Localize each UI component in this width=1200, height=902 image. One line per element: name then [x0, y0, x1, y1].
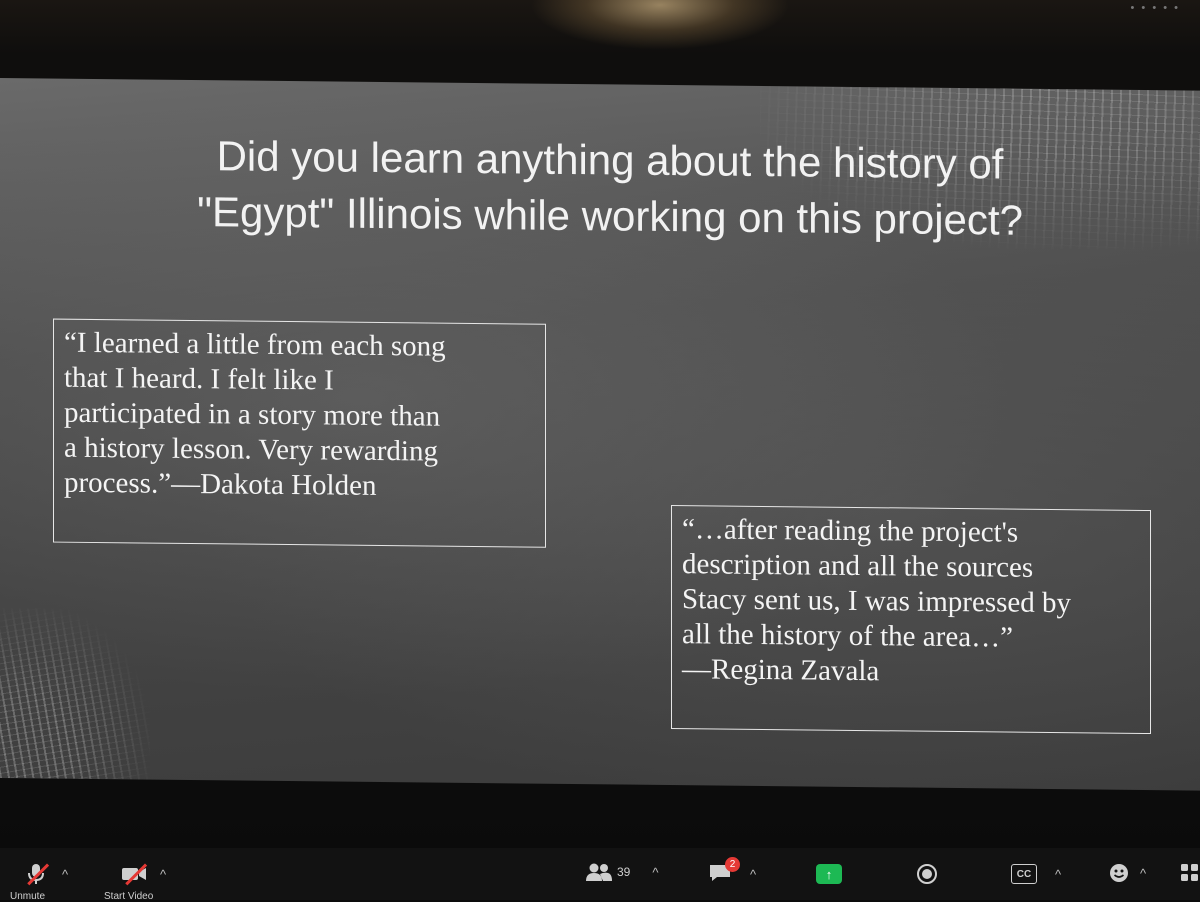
captions-caret-icon[interactable]: ^ — [1055, 867, 1061, 882]
reactions-icon — [1110, 864, 1128, 882]
participants-icon — [586, 863, 612, 881]
record-icon — [917, 864, 937, 884]
light-glare — [530, 0, 790, 50]
chat-icon: 2 — [708, 857, 740, 886]
chat-button[interactable]: 2 ^ — [708, 857, 756, 886]
window-top-indicator: • • • • • — [1130, 2, 1180, 14]
start-video-label: Start Video — [104, 891, 154, 902]
unmute-label: Unmute — [10, 891, 46, 902]
closed-captions-button[interactable]: CC ^ — [1011, 864, 1061, 884]
participants-count: 39 — [617, 865, 631, 879]
closed-captions-icon: CC — [1011, 864, 1037, 884]
unmute-button[interactable]: ^ — [22, 861, 68, 887]
apps-button[interactable] — [1180, 863, 1200, 883]
video-options-caret-icon[interactable]: ^ — [160, 867, 166, 882]
reactions-button[interactable]: ^ — [1108, 862, 1146, 884]
share-screen-icon: ↑ — [816, 864, 842, 884]
audio-options-caret-icon[interactable]: ^ — [62, 867, 68, 882]
participants-button[interactable]: 39 ^ — [585, 862, 658, 882]
chat-caret-icon[interactable]: ^ — [750, 867, 756, 882]
reactions-caret-icon[interactable]: ^ — [1140, 866, 1146, 881]
slide-texture-bottom-left — [0, 608, 150, 780]
slide-title: Did you learn anything about the history… — [90, 127, 1130, 250]
share-screen-button[interactable]: ↑ — [816, 864, 842, 884]
quote-box-dakota-holden: “I learned a little from each song that … — [53, 318, 546, 548]
slide-title-line-1: Did you learn anything about the history… — [216, 132, 1004, 188]
chat-unread-badge: 2 — [725, 857, 740, 872]
quote-box-regina-zavala: “…after reading the project's descriptio… — [671, 505, 1151, 735]
start-video-button[interactable]: ^ — [120, 861, 166, 887]
participants-caret-icon[interactable]: ^ — [652, 865, 658, 880]
quote-text: “I learned a little from each song that … — [64, 326, 446, 502]
microphone-muted-icon — [22, 861, 50, 887]
record-button[interactable] — [917, 864, 937, 884]
video-off-icon — [120, 861, 148, 887]
quote-text: “…after reading the project's descriptio… — [682, 513, 1072, 688]
apps-icon — [1181, 864, 1198, 881]
slide-title-line-2: "Egypt" Illinois while working on this p… — [197, 188, 1023, 244]
meeting-toolbar: ^ Unmute ^ Start Video 39 ^ 2 ^ ↑ CC ^ ^ — [0, 848, 1200, 902]
monitor-screen: • • • • • Did you learn anything about t… — [0, 0, 1200, 902]
shared-slide: Did you learn anything about the history… — [0, 78, 1200, 791]
